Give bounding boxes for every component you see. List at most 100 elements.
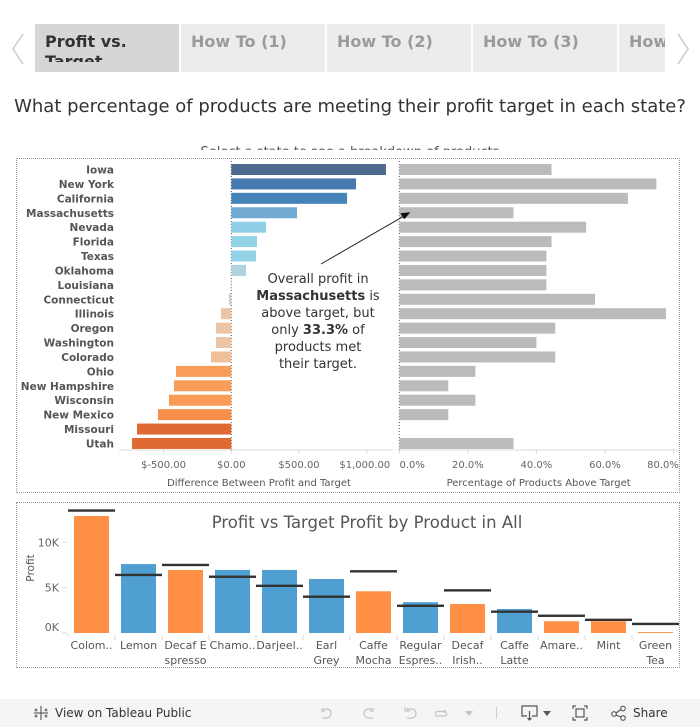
dashboard-subtitle: Select a state to see a breakdown of pro… [0, 145, 700, 150]
percent-above-target-bar[interactable] [399, 365, 476, 377]
target-profit-line[interactable] [115, 573, 162, 577]
profit-diff-bar[interactable] [231, 207, 297, 219]
profit-bar[interactable] [450, 603, 485, 633]
profit-diff-bar[interactable] [231, 192, 348, 204]
profit-diff-bar[interactable] [215, 322, 232, 334]
profit-bar[interactable] [168, 569, 203, 633]
percent-above-target-bar[interactable] [399, 264, 547, 276]
percent-axis-tick-label: 60.0% [589, 460, 621, 471]
tabs-next-button[interactable] [673, 30, 693, 68]
state-label: California [57, 193, 114, 205]
tab-strip: Profit vs. Target How To (1) How To (2) … [35, 24, 665, 72]
undo-icon [321, 708, 332, 719]
state-label: Illinois [75, 309, 114, 321]
undo-button[interactable] [318, 699, 336, 727]
product-label: Earl [316, 639, 337, 652]
profit-diff-bar[interactable] [231, 236, 258, 248]
profit-diff-bar[interactable] [231, 221, 266, 233]
profit-diff-bar[interactable] [231, 279, 233, 291]
state-label: Louisiana [58, 280, 114, 292]
profit-diff-bar[interactable] [168, 394, 232, 406]
product-label: Regular [399, 639, 442, 652]
redo-button[interactable] [359, 699, 377, 727]
target-profit-line[interactable] [538, 614, 585, 617]
percent-above-target-bar[interactable] [399, 279, 547, 291]
state-label: Wisconsin [54, 395, 114, 407]
profit-diff-bar[interactable] [231, 164, 386, 175]
refresh-options-dropdown[interactable] [464, 699, 474, 727]
profit-diff-bar[interactable] [173, 380, 232, 392]
profit-bar[interactable] [74, 515, 109, 633]
profit-diff-bar[interactable] [210, 351, 232, 363]
profit-bar[interactable] [309, 579, 344, 633]
target-profit-line[interactable] [256, 584, 303, 588]
profit-diff-bar[interactable] [176, 365, 232, 377]
target-profit-line[interactable] [162, 563, 209, 567]
percent-above-target-bar[interactable] [399, 221, 587, 233]
percent-above-target-bar[interactable] [399, 207, 514, 219]
view-on-tableau-public-label: View on Tableau Public [55, 706, 192, 720]
percent-above-target-bar[interactable] [399, 337, 537, 349]
view-on-tableau-public-link[interactable]: View on Tableau Public [33, 699, 191, 727]
profit-bar[interactable] [638, 632, 673, 634]
refresh-button[interactable] [432, 699, 450, 727]
profit-diff-bar[interactable] [132, 437, 232, 449]
percent-axis-tick-label: 20.0% [452, 460, 484, 471]
tab-label: How [629, 32, 665, 51]
profit-diff-axis-title: Difference Between Profit and Target [167, 478, 351, 489]
percent-above-target-bar[interactable] [399, 250, 547, 262]
target-profit-line[interactable] [491, 610, 538, 613]
profit-diff-bar[interactable] [231, 178, 357, 190]
revert-icon [404, 707, 417, 719]
percent-above-target-bar[interactable] [399, 437, 514, 449]
target-profit-line[interactable] [632, 622, 679, 626]
percent-above-target-bar[interactable] [399, 322, 556, 334]
annotation-text: of [348, 323, 365, 338]
profit-diff-bar[interactable] [220, 308, 232, 320]
profit-diff-bar[interactable] [137, 423, 232, 435]
percent-above-target-bar[interactable] [399, 178, 657, 190]
percent-above-target-bar[interactable] [399, 192, 628, 204]
profit-bar[interactable] [544, 621, 579, 633]
profit-diff-bar[interactable] [231, 250, 256, 262]
download-button[interactable] [520, 699, 552, 727]
target-profit-line[interactable] [350, 570, 397, 573]
percent-above-target-bar[interactable] [399, 351, 556, 363]
percent-above-target-bar[interactable] [399, 164, 552, 175]
percent-above-target-bar[interactable] [399, 394, 476, 406]
percent-above-target-bar[interactable] [399, 236, 552, 248]
target-profit-line[interactable] [209, 575, 256, 578]
product-profit-chart[interactable]: Profit vs Target Profit by Product in Al… [17, 503, 681, 669]
state-label: Iowa [86, 165, 114, 177]
state-label: Oklahoma [55, 265, 114, 277]
profit-diff-bar[interactable] [215, 337, 232, 349]
fullscreen-button[interactable] [571, 699, 589, 727]
percent-above-target-bar[interactable] [399, 409, 449, 421]
target-profit-line[interactable] [397, 604, 444, 607]
y-axis-tick-label: 5K [45, 582, 60, 595]
profit-bar[interactable] [356, 591, 391, 633]
target-profit-line[interactable] [585, 618, 632, 622]
percent-above-target-bar[interactable] [399, 308, 667, 320]
target-profit-line[interactable] [68, 509, 115, 512]
tab-label: How To (2) [337, 32, 433, 51]
share-button[interactable]: Share [610, 699, 668, 727]
target-profit-line[interactable] [444, 589, 491, 592]
profit-bar[interactable] [215, 569, 250, 633]
target-profit-line[interactable] [303, 595, 350, 598]
product-label: Amare.. [540, 639, 583, 652]
profit-diff-bar[interactable] [158, 409, 232, 421]
percent-above-target-bar[interactable] [399, 293, 596, 305]
tab-how-to-4[interactable]: How [619, 24, 665, 72]
tab-how-to-2[interactable]: How To (2) [327, 24, 471, 72]
profit-bar[interactable] [591, 621, 626, 633]
profit-diff-bar[interactable] [228, 293, 232, 305]
tabs-prev-button[interactable] [8, 30, 28, 68]
revert-button[interactable] [402, 699, 420, 727]
profit-diff-bar[interactable] [231, 264, 247, 276]
tab-profit-vs-target[interactable]: Profit vs. Target [35, 24, 179, 72]
tab-how-to-1[interactable]: How To (1) [181, 24, 325, 72]
profit-bar[interactable] [262, 569, 297, 633]
percent-above-target-bar[interactable] [399, 380, 449, 392]
tab-how-to-3[interactable]: How To (3) [473, 24, 617, 72]
